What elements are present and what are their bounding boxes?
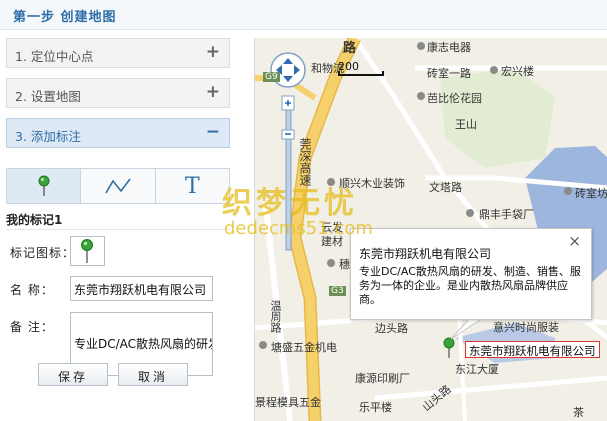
- line-tool[interactable]: [80, 169, 155, 203]
- collapse-icon: −: [205, 122, 220, 142]
- cancel-button[interactable]: 取消: [118, 363, 188, 386]
- info-window-title: 东莞市翔跃机电有限公司: [359, 247, 492, 261]
- marker-icon-picker[interactable]: [70, 236, 105, 266]
- map-label: 路: [343, 41, 357, 56]
- map-label: 砖室坊: [575, 187, 607, 200]
- marker-label[interactable]: 东莞市翔跃机电有限公司: [465, 341, 600, 358]
- map-label: 芭比伦花园: [427, 92, 482, 105]
- save-button[interactable]: 保存: [38, 363, 108, 386]
- map-label: 文塔路: [429, 181, 462, 194]
- map-label: 宏兴楼: [501, 65, 534, 78]
- map-label: 鼎丰手袋厂: [479, 208, 534, 221]
- map-label: 砖室一路: [427, 67, 471, 80]
- step-label: 1. 定位中心点: [15, 49, 94, 64]
- step-locate-center[interactable]: 1. 定位中心点 +: [6, 38, 230, 68]
- pin-icon: [81, 239, 93, 263]
- map-label: 东江大厦: [455, 363, 499, 376]
- marker-name-input[interactable]: 东莞市翔跃机电有限公司: [70, 276, 213, 301]
- map-scale: 200: [338, 60, 359, 73]
- map-label: 边头路: [375, 322, 408, 335]
- map-label: 乐平楼: [359, 401, 392, 414]
- name-label: 名 称：: [10, 283, 54, 297]
- expand-icon: +: [205, 82, 220, 102]
- note-label: 备 注：: [10, 320, 54, 334]
- page-header: 第一步 创建地图: [0, 0, 607, 30]
- text-tool[interactable]: T: [154, 169, 229, 203]
- page-title: 第一步 创建地图: [13, 10, 117, 25]
- text-icon: T: [184, 173, 200, 199]
- watermark-text: 织梦无忧: [222, 186, 358, 221]
- expand-icon: +: [205, 42, 220, 62]
- map-label: 王山: [455, 118, 477, 131]
- map-label: 意兴时尚服装: [493, 321, 559, 334]
- map-label: 茶: [573, 406, 584, 419]
- close-icon[interactable]: ×: [568, 232, 581, 250]
- step-set-map[interactable]: 2. 设置地图 +: [6, 78, 230, 108]
- marker-section-title: 我的标记1: [6, 213, 63, 227]
- icon-label: 标记图标：: [10, 246, 76, 260]
- info-window: × 东莞市翔跃机电有限公司 专业DC/AC散热风扇的研发、制造、销售、服务为一体…: [350, 228, 592, 320]
- map-label: 温周路: [269, 300, 282, 333]
- map-label: 康源印刷厂: [355, 372, 410, 385]
- marker-tool[interactable]: [7, 169, 81, 203]
- info-window-desc: 专业DC/AC散热风扇的研发、制造、销售、服务为一体的企业。是业内散热风扇品牌供…: [359, 265, 581, 306]
- map-label: 塘盛五金机电: [271, 341, 337, 354]
- highway-badge: G3: [329, 286, 346, 296]
- left-panel: 1. 定位中心点 + 2. 设置地图 + 3. 添加标注 − T 我的标记1 标…: [0, 30, 240, 421]
- polyline-icon: [105, 178, 131, 194]
- watermark-url: dedecms51.com: [224, 218, 373, 239]
- step-add-marker[interactable]: 3. 添加标注 −: [6, 118, 230, 148]
- marker-toolbar: T: [6, 168, 230, 204]
- step-label: 2. 设置地图: [15, 89, 81, 104]
- pin-icon: [38, 175, 50, 196]
- highway-badge: G9: [263, 72, 280, 82]
- step-label: 3. 添加标注: [15, 129, 81, 144]
- map-label: 康志电器: [427, 41, 471, 54]
- map-label: 景程模具五金: [255, 396, 321, 409]
